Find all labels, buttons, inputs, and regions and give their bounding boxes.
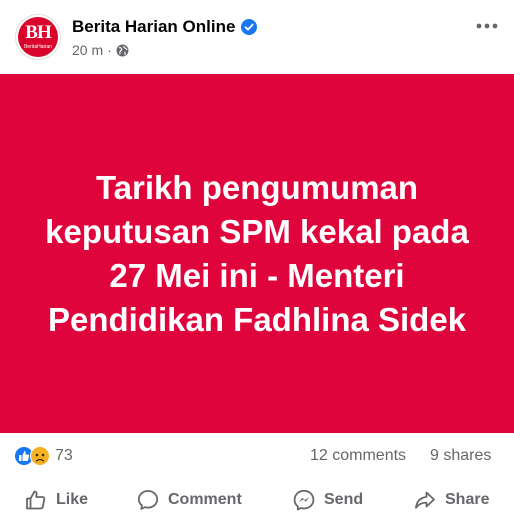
send-button[interactable]: Send	[292, 486, 363, 514]
comment-button[interactable]: Comment	[136, 486, 242, 514]
page-avatar[interactable]: BH BeritaHarian	[15, 14, 61, 60]
avatar-logo-subtext: BeritaHarian	[24, 44, 52, 50]
verified-badge-icon	[241, 19, 258, 35]
share-arrow-icon	[415, 491, 435, 509]
post-headline: Tarikh pengumuman keputusan SPM kekal pa…	[45, 168, 469, 338]
thumbs-up-icon	[26, 490, 46, 510]
meta-separator: ·	[107, 42, 112, 58]
comment-icon	[137, 490, 159, 510]
post-header: BH BeritaHarian Berita Harian Online 20 …	[0, 0, 514, 74]
avatar-logo: BH BeritaHarian	[18, 17, 58, 57]
post-image[interactable]: Tarikh pengumuman keputusan SPM kekal pa…	[0, 74, 514, 433]
reaction-count: 73	[55, 447, 73, 464]
shares-count[interactable]: 9 shares	[430, 446, 491, 466]
comments-count[interactable]: 12 comments	[310, 446, 406, 466]
globe-icon[interactable]	[116, 44, 129, 57]
sad-reaction-icon	[30, 446, 50, 466]
comment-label: Comment	[168, 491, 242, 508]
share-button[interactable]: Share	[413, 486, 489, 514]
more-options-icon[interactable]	[474, 18, 500, 34]
post-timestamp[interactable]: 20 m	[72, 42, 103, 58]
avatar-logo-text: BH	[25, 22, 51, 43]
page-name-link[interactable]: Berita Harian Online	[72, 16, 235, 38]
like-label: Like	[56, 491, 89, 508]
share-label: Share	[445, 491, 490, 508]
post-actions: Like Comment Send Share	[0, 480, 514, 520]
post-stats: 73 12 comments 9 shares	[0, 440, 514, 472]
reactions-summary[interactable]: 73	[14, 446, 73, 466]
post-meta: 20 m ·	[72, 41, 129, 59]
send-label: Send	[324, 491, 364, 508]
messenger-icon	[293, 489, 315, 511]
like-button[interactable]: Like	[24, 486, 88, 514]
page-name-row: Berita Harian Online	[72, 16, 258, 38]
